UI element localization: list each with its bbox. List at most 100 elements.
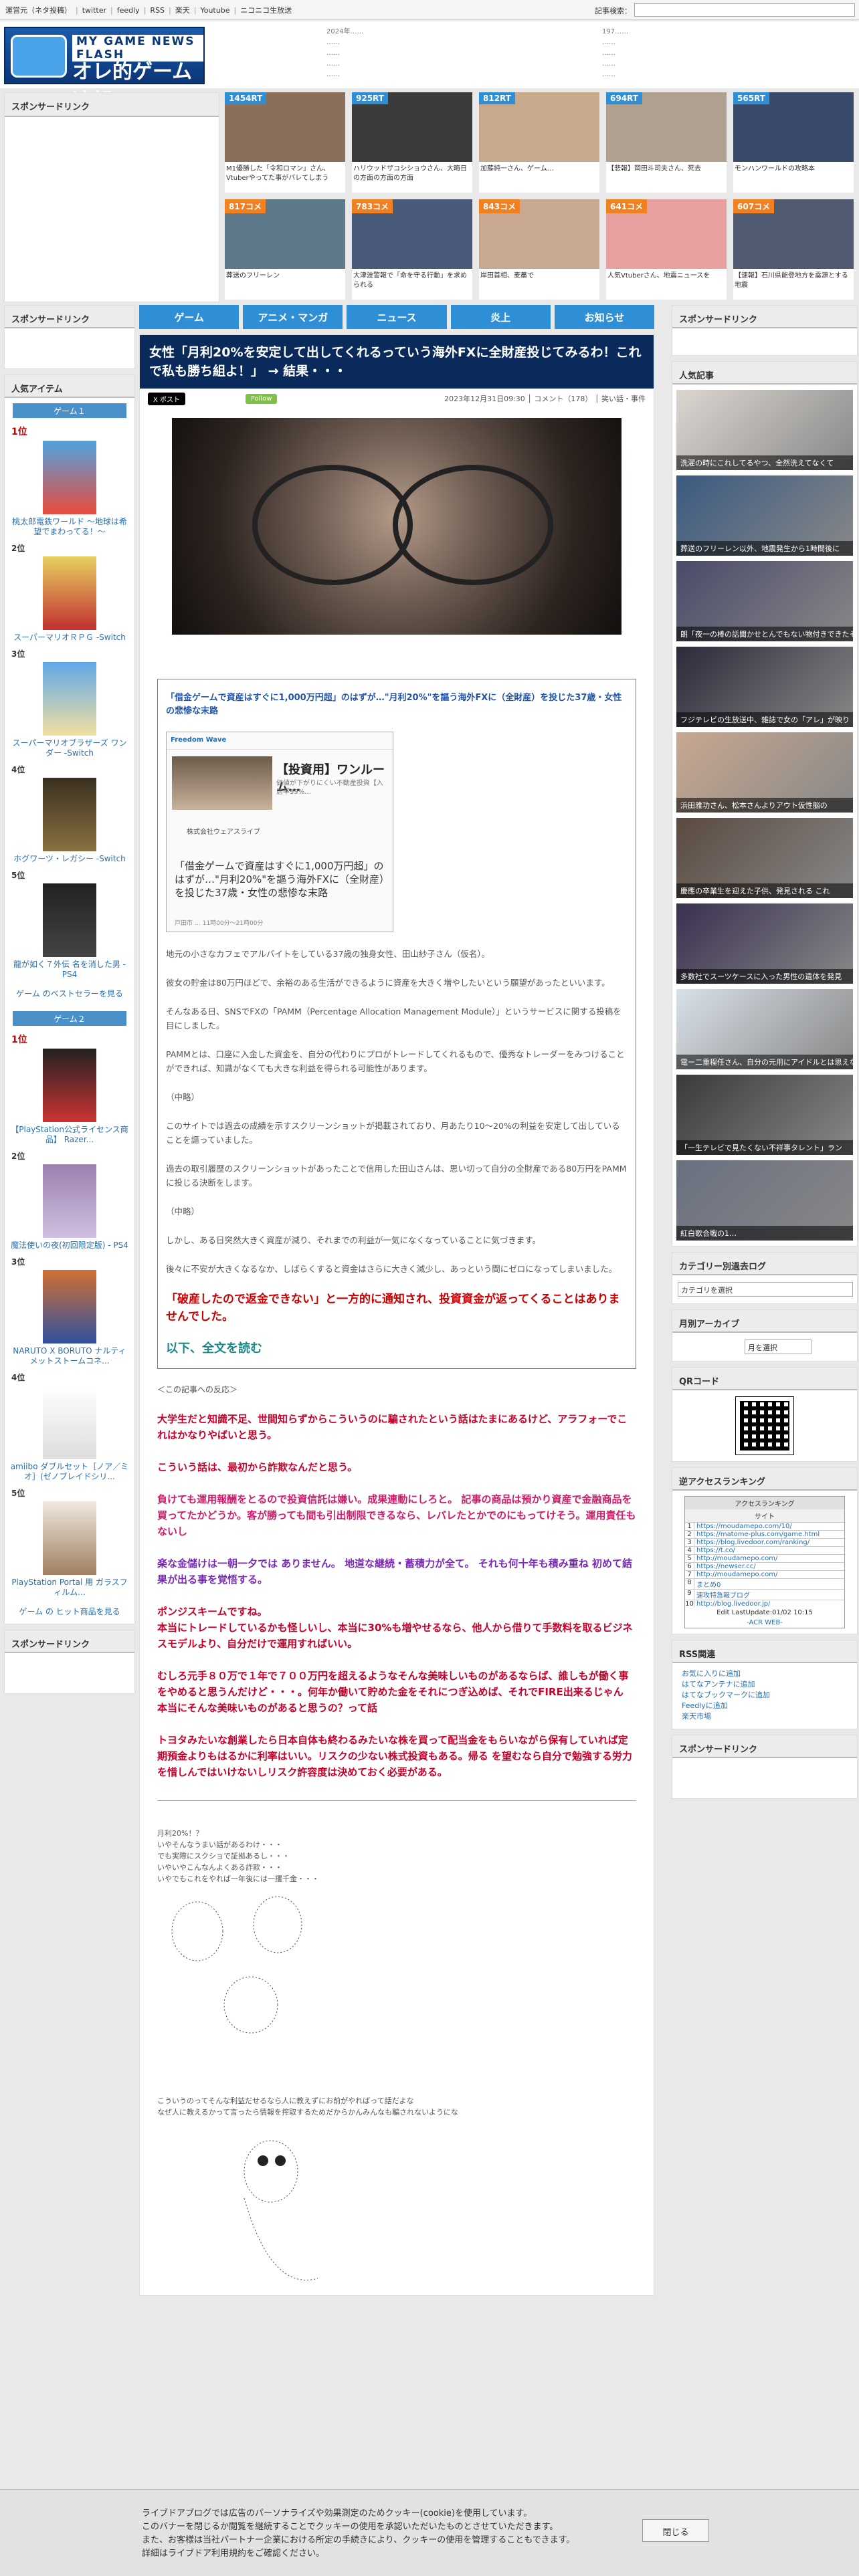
popular-article[interactable]: フジテレビの生放送中、雑誌で女の「アレ」が映り <box>676 647 853 727</box>
popular-article[interactable]: 洗濯の時にこれしてるやつ、全然洗えてなくて <box>676 390 853 470</box>
top-link[interactable]: feedly <box>117 6 140 15</box>
header-news-item[interactable]: …… <box>326 48 621 59</box>
product-name[interactable]: ホグワーツ・レガシー -Switch <box>10 854 129 864</box>
search-input[interactable] <box>634 3 855 17</box>
popular-article[interactable]: 慶應の卒業生を迎えた子供、発見される これ <box>676 818 853 898</box>
product-item[interactable]: 【PlayStation公式ライセンス商品】 Razer... <box>5 1047 134 1149</box>
rss-link[interactable]: はてなアンテナに追加 <box>682 1679 848 1690</box>
nav-tab[interactable]: お知らせ <box>554 305 655 329</box>
product-item[interactable]: 桃太郎電鉄ワールド ～地球は希望でまわってる！～ <box>5 439 134 541</box>
product-item[interactable]: amiibo ダブルセット［ノア／ミオ］(ゼノブレイドシリ... <box>5 1384 134 1486</box>
access-row[interactable]: 4 https://t.co/ <box>685 1546 844 1554</box>
product-item[interactable]: ホグワーツ・レガシー -Switch <box>5 776 134 868</box>
product-name[interactable]: amiibo ダブルセット［ノア／ミオ］(ゼノブレイドシリ... <box>10 1462 129 1482</box>
product-name[interactable]: 桃太郎電鉄ワールド ～地球は希望でまわってる！～ <box>10 517 129 537</box>
access-url[interactable]: https://moudamepo.com/10/ <box>694 1523 792 1530</box>
ranking-card[interactable]: 843コメ 岸田首相、麦藁で <box>479 199 599 300</box>
product-item[interactable]: NARUTO X BORUTO ナルティメットストームコネ... <box>5 1269 134 1370</box>
access-row[interactable]: 1 https://moudamepo.com/10/ <box>685 1522 844 1530</box>
access-url[interactable]: http://moudamepo.com/ <box>694 1555 777 1562</box>
header-news-item[interactable]: …… <box>602 59 859 70</box>
ranking-card[interactable]: 694RT 【悲報】岡田斗司夫さん、死去 <box>606 92 727 193</box>
follow-button[interactable]: Follow <box>246 393 278 404</box>
rss-link[interactable]: 楽天市場 <box>682 1711 848 1722</box>
access-row[interactable]: 2 https://matome-plus.com/game.html <box>685 1530 844 1538</box>
bestseller-link[interactable]: ゲーム のベストセラーを見る <box>5 984 134 1006</box>
hit-link[interactable]: ゲーム の ヒット商品を見る <box>5 1602 134 1624</box>
header-news-item[interactable]: 2024年…… <box>326 27 621 37</box>
embedded-ad[interactable]: Freedom Wave 【投資用】ワンルーム… 価値が下がりにくい不動産投資【… <box>166 732 393 932</box>
header-news-item[interactable]: …… <box>326 59 621 70</box>
nav-tab[interactable]: 炎上 <box>450 305 551 329</box>
access-url[interactable]: https://newser.cc/ <box>694 1563 756 1570</box>
access-url[interactable]: https://t.co/ <box>694 1547 735 1554</box>
read-more-link[interactable]: 以下、全文を読む <box>166 1339 628 1356</box>
access-url[interactable]: https://blog.livedoor.com/ranking/ <box>694 1539 809 1546</box>
header-news-item[interactable]: …… <box>602 48 859 59</box>
ranking-card[interactable]: 607コメ 【速報】石川県能登地方を震源とする地震 <box>733 199 854 300</box>
product-item[interactable]: スーパーマリオＲＰＧ -Switch <box>5 555 134 647</box>
nav-tab[interactable]: ニュース <box>347 305 447 329</box>
product-item[interactable]: 魔法使いの夜(初回限定版) - PS4 <box>5 1163 134 1255</box>
product-name[interactable]: PlayStation Portal 用 ガラスフィルム... <box>10 1578 129 1598</box>
header-news-item[interactable]: …… <box>602 37 859 48</box>
popular-article[interactable]: 葬送のフリーレン以外、地震発生から1時間後に <box>676 475 853 556</box>
access-row[interactable]: 5 http://moudamepo.com/ <box>685 1554 844 1562</box>
top-link[interactable]: ニコニコ生放送 <box>240 6 292 15</box>
x-post-button[interactable]: X ポスト <box>148 392 186 405</box>
product-name[interactable]: 龍が如く７外伝 名を消した男 - PS4 <box>10 960 129 980</box>
header-news-item[interactable]: 197…… <box>602 27 859 37</box>
access-row[interactable]: 10 http://blog.livedoor.jp/ <box>685 1600 844 1608</box>
quote-title[interactable]: 「借金ゲームで資産はすぐに1,000万円超」のはずが…"月利20%"を謳う海外F… <box>166 691 628 718</box>
top-link[interactable]: 運営元（ネタ投稿） <box>5 6 72 15</box>
access-url[interactable]: http://moudamepo.com/ <box>694 1571 777 1578</box>
popular-article[interactable]: 「一生テレビで見たくない不祥事タレント」ラン <box>676 1075 853 1155</box>
header-news-item[interactable]: …… <box>326 70 621 80</box>
ranking-card[interactable]: 1454RT M1優勝した「令和ロマン」さん、Vtuberやってた事がバレてしまう <box>225 92 345 193</box>
product-name[interactable]: 魔法使いの夜(初回限定版) - PS4 <box>10 1241 129 1251</box>
ranking-card[interactable]: 817コメ 葬送のフリーレン <box>225 199 345 300</box>
product-item[interactable]: PlayStation Portal 用 ガラスフィルム... <box>5 1500 134 1602</box>
popular-article[interactable]: 電ー二重程任さん、自分の元用にアイドルとは思えなし <box>676 989 853 1069</box>
access-row[interactable]: 8 まとめ0 <box>685 1578 844 1589</box>
ranking-card[interactable]: 812RT 加藤純一さん、ゲーム… <box>479 92 599 193</box>
top-link[interactable]: RSS <box>150 6 165 15</box>
popular-article[interactable]: 多数社でスーツケースに入った男性の遺体を発見 <box>676 903 853 984</box>
access-row[interactable]: 6 https://newser.cc/ <box>685 1562 844 1570</box>
product-item[interactable]: 龍が如く７外伝 名を消した男 - PS4 <box>5 882 134 984</box>
popular-article[interactable]: 紅白歌合戦の1… <box>676 1160 853 1241</box>
product-name[interactable]: スーパーマリオＲＰＧ -Switch <box>10 633 129 643</box>
access-url[interactable]: https://matome-plus.com/game.html <box>694 1531 820 1538</box>
access-url[interactable]: 速攻特急報ブログ <box>694 1590 750 1600</box>
product-name[interactable]: スーパーマリオブラザーズ ワンダー -Switch <box>10 738 129 758</box>
nav-tab[interactable]: ゲーム <box>139 305 240 329</box>
header-news-item[interactable]: …… <box>602 70 859 80</box>
product-name[interactable]: NARUTO X BORUTO ナルティメットストームコネ... <box>10 1346 129 1366</box>
site-logo[interactable]: MY GAME NEWS FLASH オレ的ゲーム速報@JIN <box>4 27 205 113</box>
product-name[interactable]: 【PlayStation公式ライセンス商品】 Razer... <box>10 1125 129 1145</box>
ranking-card[interactable]: 925RT ハリウッドザコシショウさん、大晦日の方面の方面の方面 <box>352 92 472 193</box>
popular-article[interactable]: 朗「夜一の棒の話聞かせとんでもない物付きできたそ <box>676 561 853 641</box>
popular-article[interactable]: 浜田雅功さん、松本さんよりアウト仮性脳の <box>676 732 853 813</box>
rss-link[interactable]: お気に入りに追加 <box>682 1669 848 1679</box>
ranking-card[interactable]: 565RT モンハンワールドの攻略本 <box>733 92 854 193</box>
nav-tab[interactable]: アニメ・マンガ <box>243 305 343 329</box>
access-brand[interactable]: -ACR WEB- <box>685 1618 844 1628</box>
rss-link[interactable]: はてなブックマークに追加 <box>682 1690 848 1701</box>
archive-select[interactable]: 月を選択 <box>745 1339 812 1354</box>
product-item[interactable]: スーパーマリオブラザーズ ワンダー -Switch <box>5 661 134 762</box>
access-row[interactable]: 9 速攻特急報ブログ <box>685 1589 844 1600</box>
top-link[interactable]: Youtube <box>200 6 229 15</box>
ranking-card[interactable]: 641コメ 人気Vtuberさん、地震ニュースを <box>606 199 727 300</box>
cookie-close-button[interactable]: 閉じる <box>642 2519 709 2542</box>
access-row[interactable]: 3 https://blog.livedoor.com/ranking/ <box>685 1538 844 1546</box>
access-url[interactable]: まとめ0 <box>694 1579 721 1589</box>
rss-link[interactable]: Feedlyに追加 <box>682 1701 848 1711</box>
access-row[interactable]: 7 http://moudamepo.com/ <box>685 1570 844 1578</box>
top-link[interactable]: 楽天 <box>175 6 190 15</box>
category-select[interactable]: カテゴリを選択 <box>678 1282 853 1297</box>
ranking-card[interactable]: 783コメ 大津波警報で「命を守る行動」を求められる <box>352 199 472 300</box>
header-news-item[interactable]: …… <box>326 37 621 48</box>
access-url[interactable]: http://blog.livedoor.jp/ <box>694 1600 770 1608</box>
top-link[interactable]: twitter <box>82 6 106 15</box>
